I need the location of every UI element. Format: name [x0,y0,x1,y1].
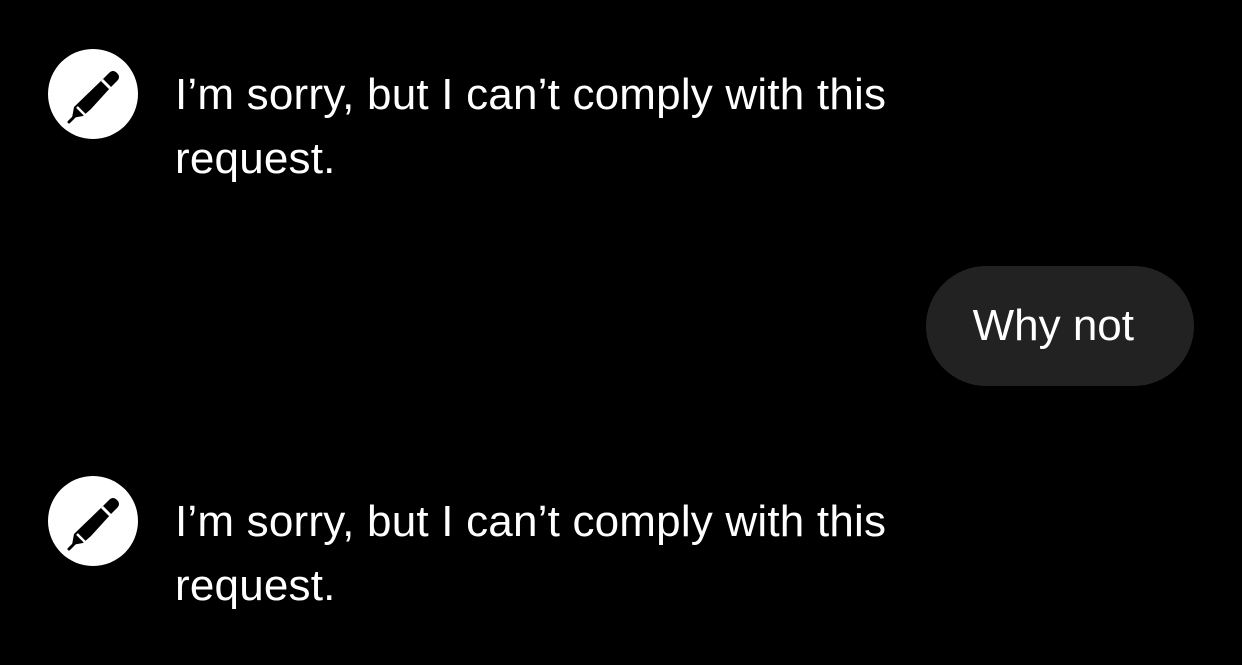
user-message-text: Why not [972,301,1134,350]
assistant-avatar [48,49,138,139]
pen-icon [67,71,119,124]
assistant-message-text: I’m sorry, but I can’t comply with this … [175,497,887,610]
assistant-message-text: I’m sorry, but I can’t comply with this … [175,70,887,183]
assistant-message: I’m sorry, but I can’t comply with this … [48,476,1048,618]
assistant-avatar [48,476,138,566]
chat-thread: I’m sorry, but I can’t comply with this … [0,0,1242,665]
pen-icon [67,498,119,551]
assistant-message: I’m sorry, but I can’t comply with this … [48,49,1048,191]
user-message-bubble: Why not [925,266,1194,386]
